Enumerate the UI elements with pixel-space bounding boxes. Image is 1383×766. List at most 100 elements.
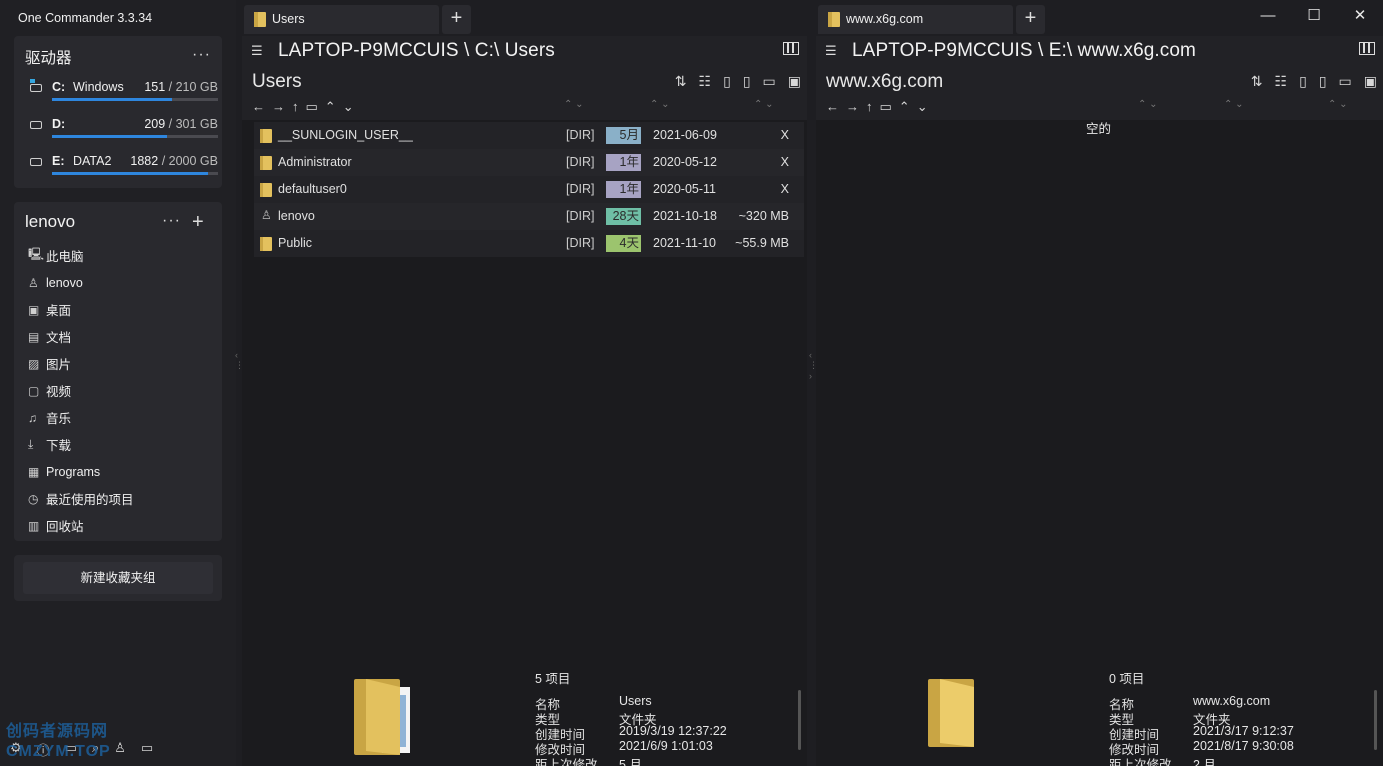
sort-date-toggle[interactable]: ⌃ ⌄ xyxy=(1224,99,1244,110)
sidebar-item-7[interactable]: ⤓ 下载 xyxy=(28,431,218,458)
big-folder-icon xyxy=(354,679,410,755)
table-row[interactable]: defaultuser0 [DIR] 1年 2020-05-11 X xyxy=(254,176,804,203)
note-icon[interactable]: ▭ xyxy=(1339,73,1352,90)
info-value: Users xyxy=(619,694,652,708)
new-item-icon[interactable]: ▯ xyxy=(743,73,751,90)
new-file-icon[interactable]: ▯ xyxy=(723,73,731,90)
info-value: 2021/3/17 9:12:37 xyxy=(1193,724,1294,738)
clipboard-icon[interactable]: ▣ xyxy=(1364,73,1377,90)
drive-e[interactable]: E: DATA2 1882 / 2000 GB xyxy=(28,154,218,184)
sidebar-item-5[interactable]: ▢ 视频 xyxy=(28,377,218,404)
new-tab-button[interactable]: + xyxy=(442,5,471,34)
chevron-down-icon[interactable]: ⌄ xyxy=(917,99,928,115)
scrollbar[interactable] xyxy=(798,690,801,750)
breadcrumb[interactable]: LAPTOP-P9MCCUIS \ C:\ Users xyxy=(278,40,555,62)
forward-icon[interactable]: → xyxy=(846,99,859,115)
sort-size-toggle[interactable]: ⌃ ⌄ xyxy=(754,99,774,110)
drive-letter: E: xyxy=(52,154,65,168)
sidebar-item-label: 桌面 xyxy=(46,304,72,318)
sidebar-item-label: 图片 xyxy=(46,358,72,372)
sidebar-item-9[interactable]: ◷ 最近使用的项目 xyxy=(28,485,218,512)
sidebar-item-label: 视频 xyxy=(46,385,72,399)
drive-usage-bar xyxy=(52,98,218,101)
list-view-icon[interactable]: ☷ xyxy=(1275,73,1288,90)
columns-icon[interactable] xyxy=(1359,42,1375,55)
open-folder-icon[interactable]: ▭ xyxy=(880,99,892,115)
chevron-up-icon[interactable]: ⌃ xyxy=(325,99,336,115)
favorites-more-icon[interactable]: ··· xyxy=(162,212,181,230)
new-file-icon[interactable]: ▯ xyxy=(1299,73,1307,90)
close-icon[interactable]: ✕ xyxy=(1337,0,1383,34)
table-row[interactable]: Administrator [DIR] 1年 2020-05-12 X xyxy=(254,149,804,176)
sidebar-item-3[interactable]: ▤ 文档 xyxy=(28,323,218,350)
chevron-up-icon[interactable]: ⌃ xyxy=(899,99,910,115)
sidebar-item-8[interactable]: ▦ Programs xyxy=(28,458,218,485)
forward-icon[interactable]: → xyxy=(272,99,285,115)
menu-icon[interactable]: ☰ xyxy=(825,43,837,59)
drive-c[interactable]: C: Windows 151 / 210 GB xyxy=(28,79,218,110)
window-icon[interactable]: ▭ xyxy=(141,740,153,758)
sidebar-item-4[interactable]: ▨ 图片 xyxy=(28,350,218,377)
sidebar-item-10[interactable]: ▥ 回收站 xyxy=(28,512,218,539)
drive-size: 151 / 210 GB xyxy=(144,80,218,94)
toolbar: ⇅ ☷ ▯ ▯ ▭ ▣ xyxy=(1251,73,1377,90)
sort-date-toggle[interactable]: ⌃ ⌄ xyxy=(650,99,670,110)
tab-label: Users xyxy=(272,12,305,26)
up-icon[interactable]: ↑ xyxy=(292,99,299,115)
new-tab-button[interactable]: + xyxy=(1016,5,1045,34)
back-icon[interactable]: ← xyxy=(252,99,265,115)
folder-icon xyxy=(260,129,272,143)
new-favorite-group-button[interactable]: 新建收藏夹组 xyxy=(23,562,213,594)
new-item-icon[interactable]: ▯ xyxy=(1319,73,1327,90)
image-icon: ▨ xyxy=(28,356,40,371)
tab-x6g[interactable]: www.x6g.com xyxy=(818,5,1013,34)
left-pane: Users + ☰ LAPTOP-P9MCCUIS \ C:\ Users Us… xyxy=(242,0,807,766)
table-row[interactable]: __SUNLOGIN_USER__ [DIR] 5月 2021-06-09 X xyxy=(254,122,804,149)
file-date: 2021-06-09 xyxy=(653,128,717,142)
favorites-title: lenovo xyxy=(25,212,76,231)
sidebar-item-1[interactable]: ♙ lenovo xyxy=(28,269,218,296)
info-key: 距上次修改 xyxy=(1109,758,1172,766)
nav-buttons: ← → ↑ ▭ ⌃ ⌄ xyxy=(252,99,354,115)
computer-icon: 🖳 xyxy=(28,247,45,261)
chevron-down-icon[interactable]: ⌄ xyxy=(343,99,354,115)
drive-usage-bar xyxy=(52,135,218,138)
table-row[interactable]: ♙ lenovo [DIR] 28天 2021-10-18 ~320 MB xyxy=(254,203,804,230)
drive-icon xyxy=(30,79,42,92)
user-badge-icon[interactable]: ♙ xyxy=(114,740,126,758)
drive-name: Windows xyxy=(73,80,124,94)
sidebar-item-6[interactable]: ♫ 音乐 xyxy=(28,404,218,431)
note-icon[interactable]: ▭ xyxy=(763,73,776,90)
watermark: 创码者源码网 CMZYM.TOP xyxy=(6,723,111,760)
tab-users[interactable]: Users xyxy=(244,5,439,34)
sort-type-toggle[interactable]: ⌃ ⌄ xyxy=(564,99,584,110)
back-icon[interactable]: ← xyxy=(826,99,839,115)
sort-icon[interactable]: ⇅ xyxy=(675,73,687,90)
sort-size-toggle[interactable]: ⌃ ⌄ xyxy=(1328,99,1348,110)
drives-more-icon[interactable]: ··· xyxy=(192,46,211,64)
drive-d[interactable]: D: 209 / 301 GB xyxy=(28,117,218,147)
clipboard-icon[interactable]: ▣ xyxy=(788,73,801,90)
music-icon: ♫ xyxy=(28,410,37,425)
sort-icon[interactable]: ⇅ xyxy=(1251,73,1263,90)
sort-type-toggle[interactable]: ⌃ ⌄ xyxy=(1138,99,1158,110)
add-favorite-icon[interactable]: + xyxy=(192,212,204,232)
file-name: defaultuser0 xyxy=(278,182,347,196)
table-row[interactable]: Public [DIR] 4天 2021-11-10 ~55.9 MB xyxy=(254,230,804,257)
sidebar-item-0[interactable]: 🖳 此电脑 xyxy=(28,242,218,269)
window-controls: — ☐ ✕ xyxy=(1245,0,1383,34)
list-view-icon[interactable]: ☷ xyxy=(699,73,712,90)
drives-title: 驱动器 xyxy=(25,50,72,67)
scrollbar[interactable] xyxy=(1374,690,1377,750)
up-icon[interactable]: ↑ xyxy=(866,99,873,115)
menu-icon[interactable]: ☰ xyxy=(251,43,263,59)
columns-icon[interactable] xyxy=(783,42,799,55)
sidebar-item-2[interactable]: ▣ 桌面 xyxy=(28,296,218,323)
breadcrumb[interactable]: LAPTOP-P9MCCUIS \ E:\ www.x6g.com xyxy=(852,40,1196,62)
maximize-icon[interactable]: ☐ xyxy=(1291,0,1337,34)
new-group-card: 新建收藏夹组 xyxy=(14,555,222,601)
empty-message: 空的 xyxy=(1086,122,1112,136)
minimize-icon[interactable]: — xyxy=(1245,0,1291,34)
sidebar-item-label: 最近使用的项目 xyxy=(46,493,134,507)
open-folder-icon[interactable]: ▭ xyxy=(306,99,318,115)
